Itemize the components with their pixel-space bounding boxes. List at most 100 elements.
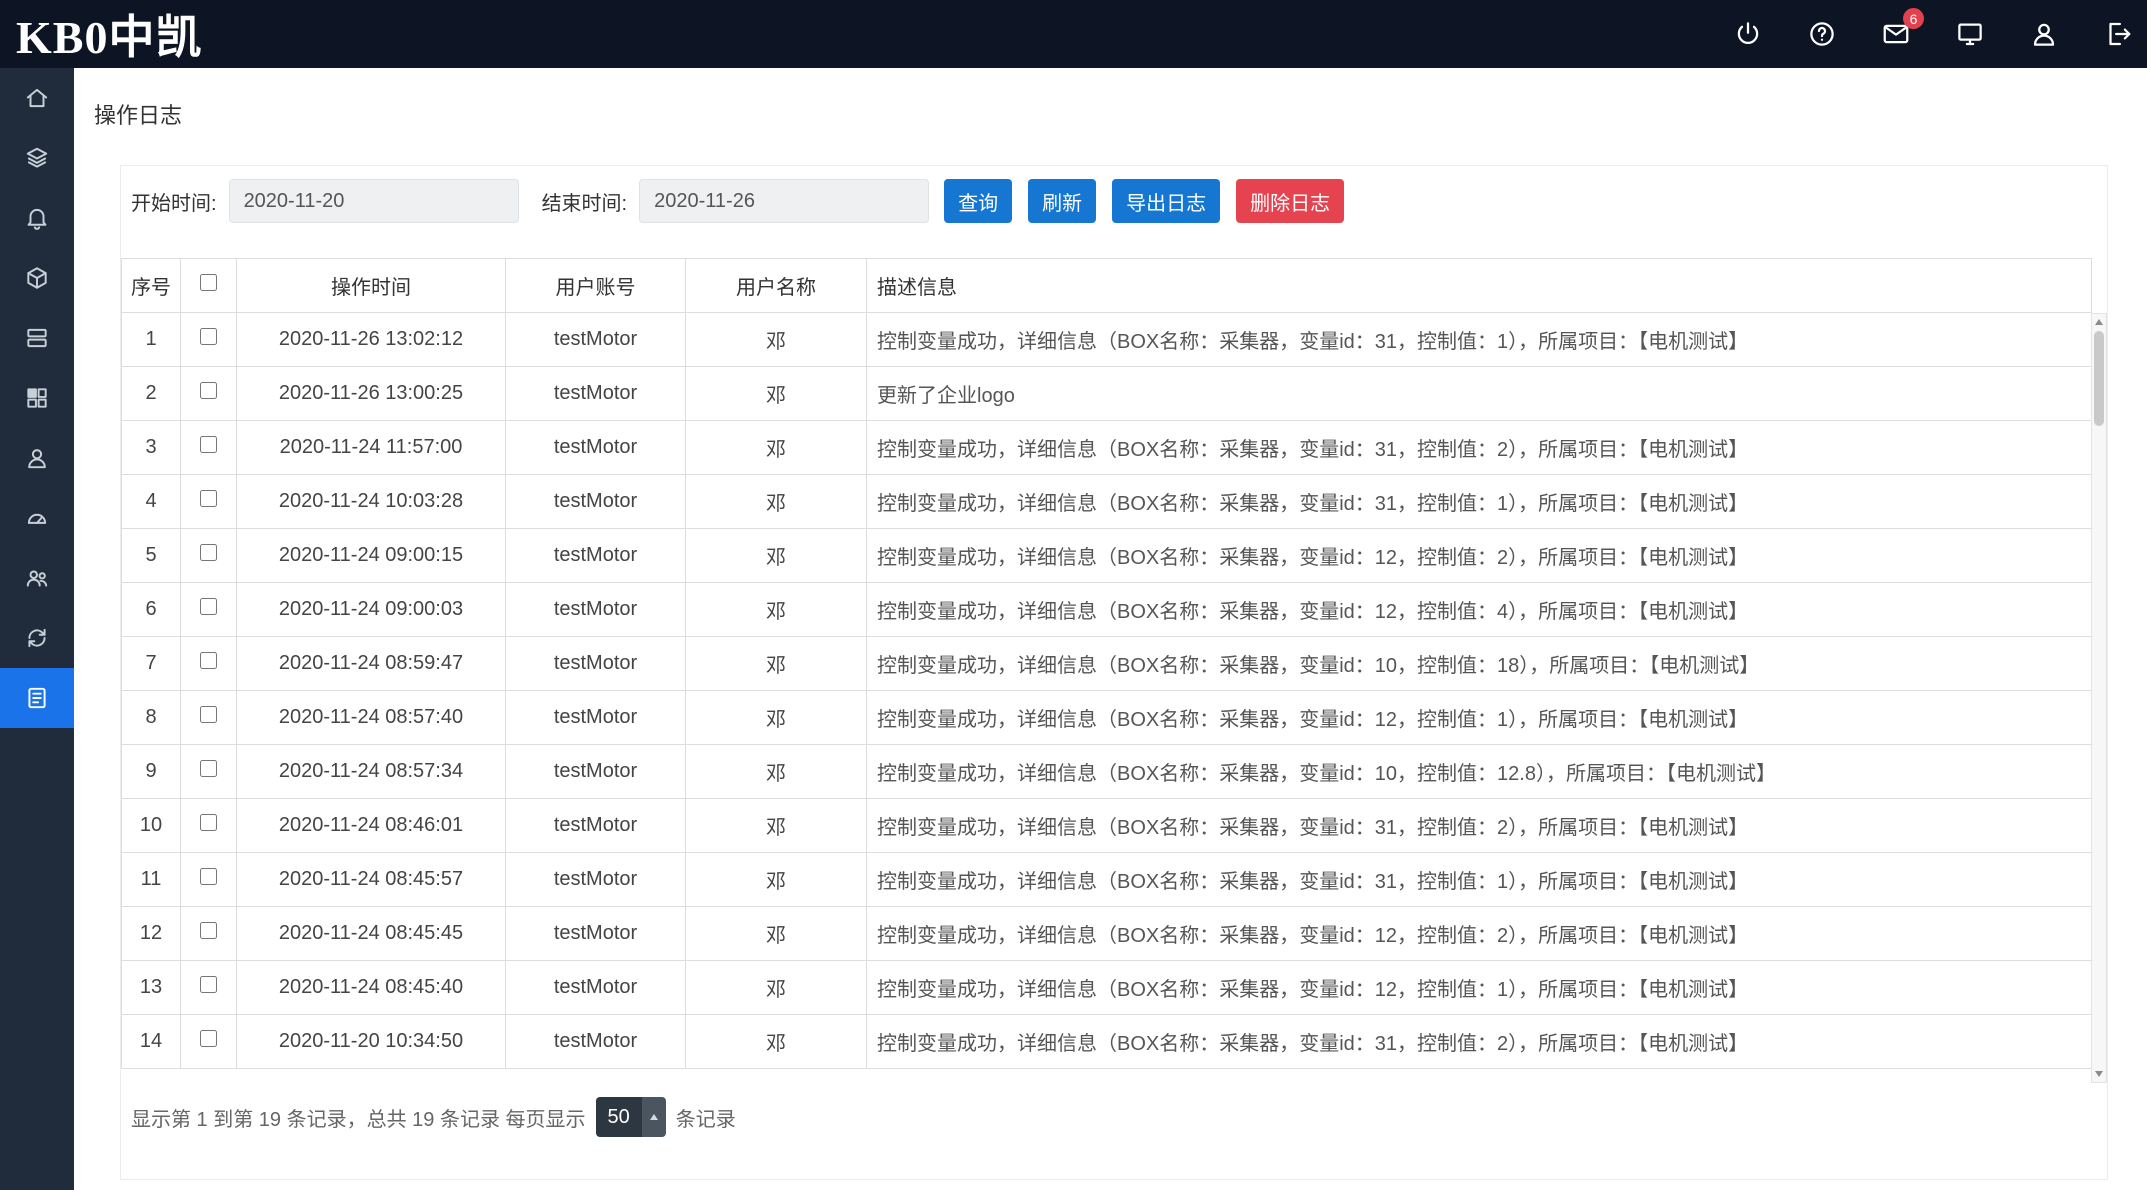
row-username: 邓	[686, 583, 867, 637]
power-icon[interactable]	[1733, 19, 1763, 49]
sidebar-item-layers[interactable]	[0, 128, 74, 188]
row-checkbox[interactable]	[200, 652, 217, 669]
row-checkbox-cell	[181, 583, 237, 637]
box-icon	[24, 265, 50, 291]
monitor-icon[interactable]	[1955, 19, 1985, 49]
sidebar-item-grid[interactable]	[0, 368, 74, 428]
row-checkbox[interactable]	[200, 922, 217, 939]
row-username: 邓	[686, 853, 867, 907]
query-button[interactable]: 查询	[944, 179, 1012, 223]
header-account: 用户账号	[506, 259, 686, 313]
start-time-label: 开始时间:	[131, 187, 217, 216]
row-index: 6	[122, 583, 181, 637]
row-account: testMotor	[506, 367, 686, 421]
table-row: 11 2020-11-24 08:45:57 testMotor 邓 控制变量成…	[122, 853, 2092, 907]
row-checkbox-cell	[181, 907, 237, 961]
row-checkbox-cell	[181, 313, 237, 367]
topbar: KB0中凯 6	[0, 0, 2147, 68]
end-date-input[interactable]	[639, 179, 929, 223]
row-username: 邓	[686, 745, 867, 799]
row-index: 13	[122, 961, 181, 1015]
row-account: testMotor	[506, 961, 686, 1015]
page-size-value: 50	[596, 1097, 642, 1137]
row-time: 2020-11-24 08:46:01	[237, 799, 506, 853]
sidebar-item-bell[interactable]	[0, 188, 74, 248]
row-time: 2020-11-26 13:00:25	[237, 367, 506, 421]
scroll-down-icon[interactable]	[2092, 1066, 2106, 1082]
layers-icon	[24, 145, 50, 171]
row-checkbox[interactable]	[200, 382, 217, 399]
sync-icon	[24, 625, 50, 651]
table-header-row: 序号 操作时间 用户账号 用户名称 描述信息	[122, 259, 2092, 313]
row-checkbox-cell	[181, 637, 237, 691]
row-checkbox[interactable]	[200, 544, 217, 561]
content-panel: 开始时间: 结束时间: 查询 刷新 导出日志 删除日志 序号 操作时间	[120, 165, 2108, 1180]
scroll-up-icon[interactable]	[2092, 314, 2106, 330]
page-size-dropdown[interactable]: 50	[596, 1097, 666, 1137]
notification-badge: 6	[1903, 8, 1924, 29]
sidebar	[0, 68, 74, 1190]
log-icon	[24, 685, 50, 711]
row-description: 更新了企业logo	[867, 367, 2092, 421]
row-description: 控制变量成功，详细信息（BOX名称：采集器，变量id：31，控制值：2），所属项…	[867, 421, 2092, 475]
sidebar-item-user[interactable]	[0, 428, 74, 488]
row-index: 12	[122, 907, 181, 961]
help-icon[interactable]	[1807, 19, 1837, 49]
table-row: 3 2020-11-24 11:57:00 testMotor 邓 控制变量成功…	[122, 421, 2092, 475]
row-checkbox[interactable]	[200, 328, 217, 345]
table-row: 8 2020-11-24 08:57:40 testMotor 邓 控制变量成功…	[122, 691, 2092, 745]
start-date-input[interactable]	[229, 179, 519, 223]
row-index: 9	[122, 745, 181, 799]
row-checkbox[interactable]	[200, 598, 217, 615]
row-checkbox-cell	[181, 475, 237, 529]
sidebar-item-box[interactable]	[0, 248, 74, 308]
row-time: 2020-11-24 08:57:40	[237, 691, 506, 745]
row-checkbox[interactable]	[200, 706, 217, 723]
user-icon[interactable]	[2029, 19, 2059, 49]
row-index: 11	[122, 853, 181, 907]
row-description: 控制变量成功，详细信息（BOX名称：采集器，变量id：12，控制值：2），所属项…	[867, 907, 2092, 961]
row-time: 2020-11-26 13:02:12	[237, 313, 506, 367]
log-table-body: 1 2020-11-26 13:02:12 testMotor 邓 控制变量成功…	[122, 313, 2092, 1069]
row-username: 邓	[686, 421, 867, 475]
sidebar-item-home[interactable]	[0, 68, 74, 128]
export-log-button[interactable]: 导出日志	[1112, 179, 1220, 223]
row-description: 控制变量成功，详细信息（BOX名称：采集器，变量id：31，控制值：2），所属项…	[867, 799, 2092, 853]
row-checkbox[interactable]	[200, 814, 217, 831]
row-checkbox[interactable]	[200, 976, 217, 993]
sidebar-item-sync[interactable]	[0, 608, 74, 668]
row-checkbox[interactable]	[200, 868, 217, 885]
sidebar-item-stack[interactable]	[0, 308, 74, 368]
mail-icon[interactable]: 6	[1881, 19, 1911, 49]
sidebar-item-users[interactable]	[0, 548, 74, 608]
sidebar-item-log[interactable]	[0, 668, 74, 728]
row-time: 2020-11-24 09:00:15	[237, 529, 506, 583]
sidebar-item-gauge[interactable]	[0, 488, 74, 548]
home-icon	[24, 85, 50, 111]
table-row: 13 2020-11-24 08:45:40 testMotor 邓 控制变量成…	[122, 961, 2092, 1015]
row-index: 14	[122, 1015, 181, 1069]
delete-log-button[interactable]: 删除日志	[1236, 179, 1344, 223]
row-username: 邓	[686, 799, 867, 853]
table-row: 6 2020-11-24 09:00:03 testMotor 邓 控制变量成功…	[122, 583, 2092, 637]
grid-icon	[24, 385, 50, 411]
row-time: 2020-11-24 08:45:40	[237, 961, 506, 1015]
row-checkbox[interactable]	[200, 760, 217, 777]
table-row: 2 2020-11-26 13:00:25 testMotor 邓 更新了企业l…	[122, 367, 2092, 421]
logout-icon[interactable]	[2103, 19, 2133, 49]
row-checkbox[interactable]	[200, 1030, 217, 1047]
row-description: 控制变量成功，详细信息（BOX名称：采集器，变量id：12，控制值：2），所属项…	[867, 529, 2092, 583]
filter-bar: 开始时间: 结束时间: 查询 刷新 导出日志 删除日志	[131, 179, 1344, 223]
table-scrollbar[interactable]	[2091, 313, 2107, 1083]
select-all-checkbox[interactable]	[200, 274, 217, 291]
row-checkbox[interactable]	[200, 436, 217, 453]
refresh-button[interactable]: 刷新	[1028, 179, 1096, 223]
scrollbar-thumb[interactable]	[2094, 331, 2104, 426]
row-index: 1	[122, 313, 181, 367]
row-description: 控制变量成功，详细信息（BOX名称：采集器，变量id：10，控制值：12.8），…	[867, 745, 2092, 799]
row-checkbox-cell	[181, 1015, 237, 1069]
row-checkbox[interactable]	[200, 490, 217, 507]
row-time: 2020-11-24 08:59:47	[237, 637, 506, 691]
table-row: 5 2020-11-24 09:00:15 testMotor 邓 控制变量成功…	[122, 529, 2092, 583]
end-time-label: 结束时间:	[542, 187, 628, 216]
